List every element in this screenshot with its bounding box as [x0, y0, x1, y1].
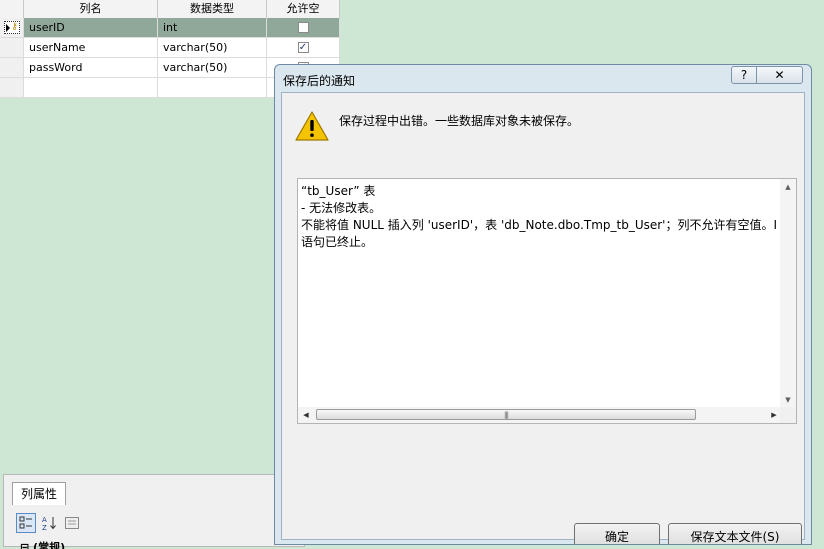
column-name-header[interactable]: 列名 — [24, 0, 158, 18]
column-name-cell[interactable]: userID — [24, 18, 158, 38]
allow-null-header[interactable]: 允许空 — [267, 0, 340, 18]
allow-null-checkbox[interactable]: ✓ — [297, 42, 309, 53]
svg-text:Z: Z — [42, 524, 47, 531]
table-row[interactable]: userName varchar(50) ✓ — [0, 38, 340, 58]
tab-column-properties[interactable]: 列属性 — [12, 482, 67, 505]
properties-toolbar: A Z — [16, 513, 82, 533]
data-type-header[interactable]: 数据类型 — [158, 0, 267, 18]
scroll-up-icon[interactable]: ▲ — [780, 179, 796, 195]
row-selector[interactable] — [0, 38, 24, 58]
ok-button[interactable]: 确定 — [574, 523, 660, 544]
row-selector-header[interactable] — [0, 0, 24, 18]
column-name-cell[interactable]: userName — [24, 38, 158, 58]
row-pointer-icon: ⚷ — [4, 21, 20, 34]
warning-icon — [295, 111, 329, 141]
error-message: 保存过程中出错。一些数据库对象未被保存。 — [339, 114, 580, 128]
help-button[interactable]: ? — [731, 66, 757, 84]
allow-null-checkbox[interactable] — [297, 22, 309, 33]
dialog-body: 保存过程中出错。一些数据库对象未被保存。 “tb_User” 表- 无法修改表。… — [281, 92, 805, 544]
details-text: “tb_User” 表- 无法修改表。 不能将值 NULL 插入列 'userID… — [301, 184, 776, 249]
scroll-down-icon[interactable]: ▼ — [780, 392, 796, 408]
vertical-scrollbar[interactable]: ▲ ▼ — [780, 179, 796, 408]
column-properties-pane: 列属性 A Z ⊟ (常规) — [3, 474, 305, 549]
table-row[interactable]: ⚷ userID int — [0, 18, 340, 38]
save-text-file-button[interactable]: 保存文本文件(S) — [668, 523, 802, 544]
sort-az-icon: A Z — [42, 516, 56, 531]
horizontal-scrollbar[interactable]: ◀ ||| ▶ — [298, 407, 782, 423]
grid-header: 列名 数据类型 允许空 — [0, 0, 340, 19]
close-icon: ✕ — [774, 68, 785, 82]
help-icon: ? — [740, 68, 748, 82]
column-name-cell[interactable]: passWord — [24, 58, 158, 78]
svg-text:A: A — [42, 516, 47, 524]
property-pages-icon — [65, 517, 79, 529]
property-group-general[interactable]: ⊟ (常规) — [20, 539, 65, 549]
data-type-cell[interactable]: varchar(50) — [158, 58, 267, 78]
categorized-view-button[interactable] — [16, 513, 36, 533]
column-name-cell[interactable] — [24, 78, 158, 98]
scroll-corner — [780, 407, 796, 423]
categorized-icon — [19, 516, 32, 529]
details-textbox[interactable]: “tb_User” 表- 无法修改表。 不能将值 NULL 插入列 'userID… — [297, 178, 797, 424]
dialog-title: 保存后的通知 — [283, 74, 356, 88]
data-type-cell[interactable] — [158, 78, 267, 98]
primary-key-icon: ⚷ — [11, 22, 18, 32]
close-button[interactable]: ✕ — [757, 66, 803, 84]
row-selector[interactable] — [0, 78, 24, 98]
allow-null-cell[interactable] — [267, 18, 340, 38]
dialog-titlebar[interactable]: 保存后的通知 ? ✕ — [275, 65, 811, 91]
data-type-cell[interactable]: int — [158, 18, 267, 38]
scroll-left-icon[interactable]: ◀ — [298, 407, 314, 423]
row-selector[interactable]: ⚷ — [0, 18, 24, 38]
property-pages-button[interactable] — [62, 513, 82, 533]
data-type-cell[interactable]: varchar(50) — [158, 38, 267, 58]
allow-null-cell[interactable]: ✓ — [267, 38, 340, 58]
save-notification-dialog: 保存后的通知 ? ✕ 保存过程中出错。一些数据库对象未被保存。 “tb_User… — [274, 64, 812, 545]
row-selector[interactable] — [0, 58, 24, 78]
scroll-thumb[interactable]: ||| — [316, 409, 696, 420]
alphabetical-sort-button[interactable]: A Z — [39, 513, 59, 533]
